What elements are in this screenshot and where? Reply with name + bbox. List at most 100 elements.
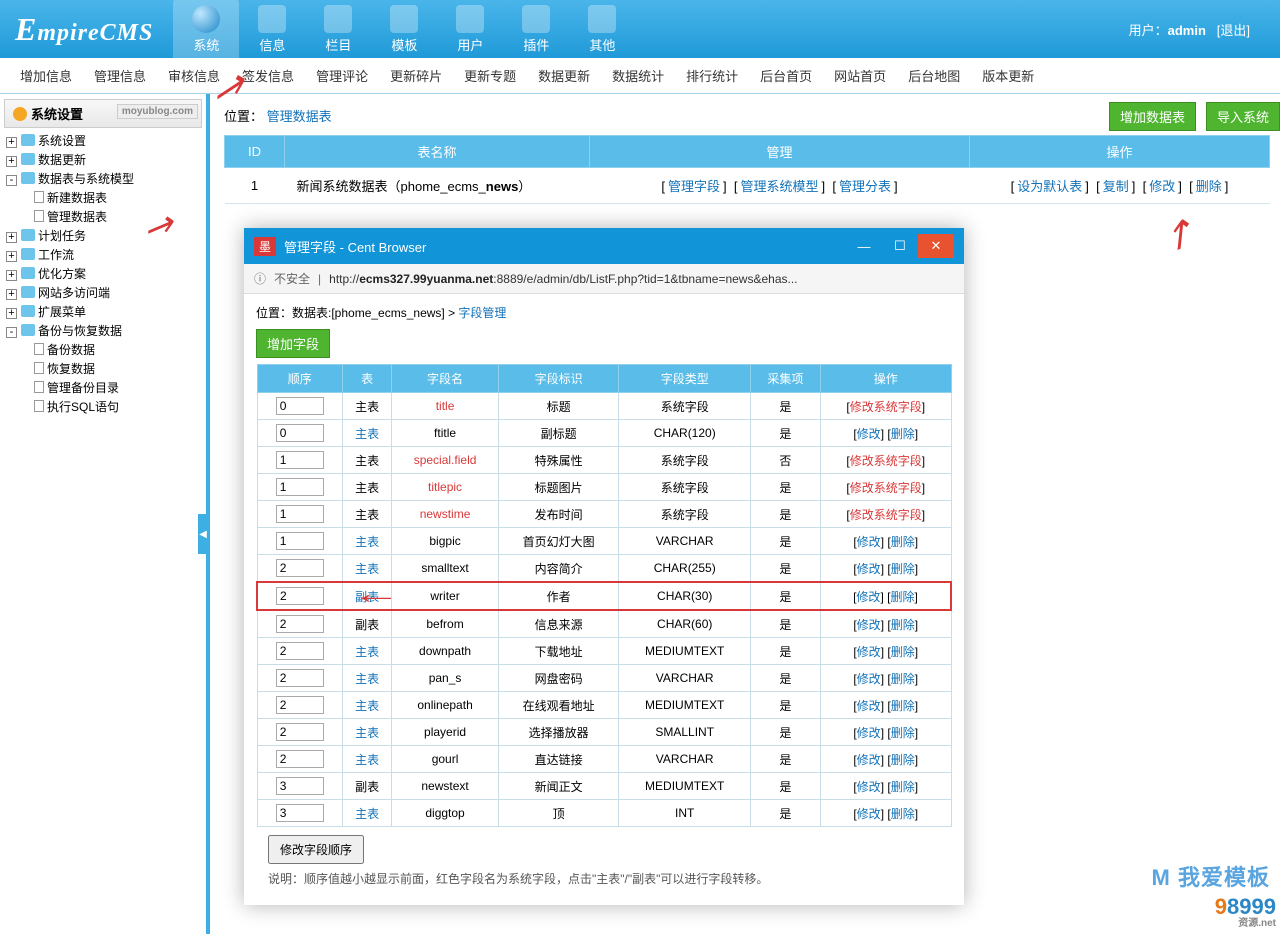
- order-input[interactable]: [276, 532, 324, 550]
- tree-child[interactable]: 管理数据表: [34, 208, 206, 227]
- tree-item[interactable]: +扩展菜单: [6, 303, 206, 322]
- tree-toggle[interactable]: +: [6, 137, 17, 148]
- field-op[interactable]: 修改系统字段: [850, 454, 922, 468]
- table-toggle[interactable]: 主表: [355, 562, 379, 576]
- mgmt-link[interactable]: 管理系统模型: [740, 179, 818, 194]
- nav-tab-其他[interactable]: 其他: [569, 0, 635, 60]
- subnav-更新专题[interactable]: 更新专题: [464, 66, 516, 85]
- tree-item[interactable]: +网站多访问端: [6, 284, 206, 303]
- logout-link[interactable]: 退出: [1220, 23, 1246, 38]
- order-input[interactable]: [276, 642, 324, 660]
- field-op[interactable]: 修改: [857, 699, 881, 713]
- op-link[interactable]: 复制: [1103, 179, 1129, 194]
- table-toggle[interactable]: 主表: [355, 753, 379, 767]
- field-op[interactable]: 修改系统字段: [850, 400, 922, 414]
- field-op[interactable]: 修改: [857, 562, 881, 576]
- tree-item[interactable]: -备份与恢复数据备份数据恢复数据管理备份目录执行SQL语句: [6, 322, 206, 417]
- order-input[interactable]: [276, 669, 324, 687]
- table-toggle[interactable]: 主表: [355, 672, 379, 686]
- subnav-后台首页[interactable]: 后台首页: [760, 66, 812, 85]
- tree-item[interactable]: +系统设置: [6, 132, 206, 151]
- field-op[interactable]: 删除: [891, 645, 915, 659]
- order-input[interactable]: [276, 696, 324, 714]
- field-op[interactable]: 修改: [857, 780, 881, 794]
- order-input[interactable]: [276, 587, 324, 605]
- nav-tab-信息[interactable]: 信息: [239, 0, 305, 60]
- close-button[interactable]: ✕: [918, 234, 954, 258]
- nav-tab-模板[interactable]: 模板: [371, 0, 437, 60]
- tree-item[interactable]: -数据表与系统模型新建数据表管理数据表: [6, 170, 206, 227]
- table-toggle[interactable]: 主表: [355, 427, 379, 441]
- order-input[interactable]: [276, 804, 324, 822]
- subnav-增加信息[interactable]: 增加信息: [20, 66, 72, 85]
- popup-titlebar[interactable]: 墨 管理字段 - Cent Browser — ☐ ✕: [244, 228, 964, 264]
- field-op[interactable]: 修改系统字段: [850, 481, 922, 495]
- subnav-排行统计[interactable]: 排行统计: [686, 66, 738, 85]
- field-op[interactable]: 修改: [857, 726, 881, 740]
- field-op[interactable]: 修改: [857, 753, 881, 767]
- subnav-更新碎片[interactable]: 更新碎片: [390, 66, 442, 85]
- tree-child[interactable]: 新建数据表: [34, 189, 206, 208]
- field-op[interactable]: 修改: [857, 672, 881, 686]
- tree-toggle[interactable]: +: [6, 156, 17, 167]
- import-system-button[interactable]: 导入系统: [1206, 102, 1280, 131]
- nav-tab-系统[interactable]: 系统: [173, 0, 239, 60]
- tree-child[interactable]: 执行SQL语句: [34, 398, 206, 417]
- table-toggle[interactable]: 主表: [355, 726, 379, 740]
- field-op[interactable]: 修改系统字段: [850, 508, 922, 522]
- tree-child[interactable]: 管理备份目录: [34, 379, 206, 398]
- field-op[interactable]: 修改: [857, 427, 881, 441]
- field-op[interactable]: 删除: [891, 699, 915, 713]
- tree-toggle[interactable]: +: [6, 289, 17, 300]
- breadcrumb-link[interactable]: 管理数据表: [267, 109, 332, 124]
- order-input[interactable]: [276, 750, 324, 768]
- field-op[interactable]: 删除: [891, 726, 915, 740]
- sidebar-collapse[interactable]: ◀: [198, 514, 208, 554]
- tree-item[interactable]: +数据更新: [6, 151, 206, 170]
- add-table-button[interactable]: 增加数据表: [1109, 102, 1196, 131]
- field-op[interactable]: 修改: [856, 590, 880, 604]
- table-toggle[interactable]: 主表: [355, 807, 379, 821]
- table-toggle[interactable]: 主表: [355, 645, 379, 659]
- field-op[interactable]: 修改: [857, 807, 881, 821]
- order-input[interactable]: [276, 424, 324, 442]
- table-toggle[interactable]: 副表: [355, 590, 379, 604]
- subnav-网站首页[interactable]: 网站首页: [834, 66, 886, 85]
- tree-toggle[interactable]: +: [6, 251, 17, 262]
- tree-toggle[interactable]: -: [6, 175, 17, 186]
- mgmt-link[interactable]: 管理字段: [668, 179, 720, 194]
- nav-tab-用户[interactable]: 用户: [437, 0, 503, 60]
- tree-toggle[interactable]: +: [6, 308, 17, 319]
- field-op[interactable]: 删除: [890, 590, 914, 604]
- subnav-后台地图[interactable]: 后台地图: [908, 66, 960, 85]
- tree-child[interactable]: 恢复数据: [34, 360, 206, 379]
- field-op[interactable]: 删除: [891, 427, 915, 441]
- subnav-数据更新[interactable]: 数据更新: [538, 66, 590, 85]
- field-op[interactable]: 修改: [857, 535, 881, 549]
- table-toggle[interactable]: 主表: [355, 699, 379, 713]
- nav-tab-栏目[interactable]: 栏目: [305, 0, 371, 60]
- tree-item[interactable]: +优化方案: [6, 265, 206, 284]
- tree-toggle[interactable]: +: [6, 232, 17, 243]
- tree-toggle[interactable]: -: [6, 327, 17, 338]
- add-field-button[interactable]: 增加字段: [256, 329, 330, 358]
- order-input[interactable]: [276, 777, 324, 795]
- field-op[interactable]: 删除: [891, 618, 915, 632]
- order-input[interactable]: [276, 478, 324, 496]
- order-input[interactable]: [276, 723, 324, 741]
- order-input[interactable]: [276, 559, 324, 577]
- field-op[interactable]: 修改: [857, 645, 881, 659]
- tree-item[interactable]: +计划任务: [6, 227, 206, 246]
- op-link[interactable]: 修改: [1149, 179, 1175, 194]
- subnav-签发信息[interactable]: 签发信息: [242, 66, 294, 85]
- subnav-审核信息[interactable]: 审核信息: [168, 66, 220, 85]
- field-op[interactable]: 删除: [891, 672, 915, 686]
- tree-item[interactable]: +工作流: [6, 246, 206, 265]
- table-toggle[interactable]: 主表: [355, 535, 379, 549]
- op-link[interactable]: 删除: [1196, 179, 1222, 194]
- field-op[interactable]: 修改: [857, 618, 881, 632]
- field-op[interactable]: 删除: [891, 562, 915, 576]
- order-input[interactable]: [276, 451, 324, 469]
- field-op[interactable]: 删除: [891, 535, 915, 549]
- order-input[interactable]: [276, 615, 324, 633]
